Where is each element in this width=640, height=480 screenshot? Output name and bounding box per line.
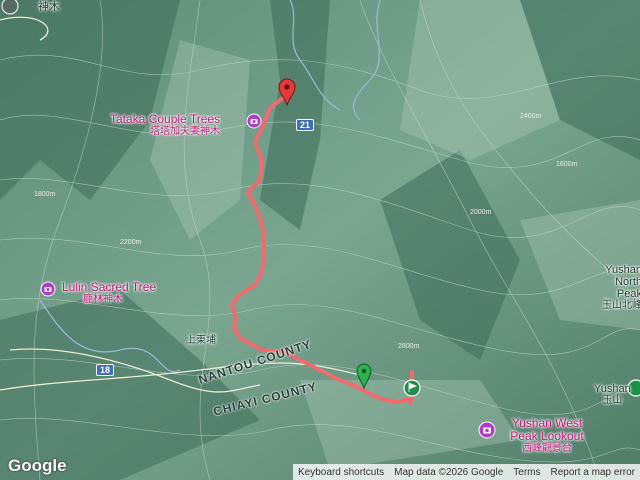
place-name-en: Yushan bbox=[594, 383, 631, 395]
poi-label-lulin[interactable]: Lulin Sacred Tree 鹿林神木 bbox=[62, 280, 157, 306]
camera-icon[interactable] bbox=[246, 113, 262, 129]
route-shield-21: 21 bbox=[296, 119, 315, 131]
poi-name-en: Tataka Couple Trees bbox=[110, 112, 221, 126]
place-label-shenmu: 神木 bbox=[38, 1, 60, 13]
poi-label-tataka[interactable]: Tataka Couple Trees 塔塔加夫妻神木 bbox=[110, 112, 221, 138]
contour-label: 2800m bbox=[398, 343, 420, 350]
camera-icon[interactable] bbox=[478, 421, 496, 439]
contour-label: 1800m bbox=[34, 191, 56, 198]
poi-name-en: Yushan West Peak Lookout bbox=[510, 416, 584, 444]
poi-name-zh: 塔塔加夫妻神木 bbox=[150, 126, 221, 138]
place-label-yushan-north: Yushan North Peak 玉山北峰 bbox=[594, 264, 640, 311]
contour-label: 2000m bbox=[470, 209, 492, 216]
contour-label: 2200m bbox=[120, 239, 142, 246]
terms-link[interactable]: Terms bbox=[508, 467, 545, 478]
place-label-shangdongpu: 上東埔 bbox=[186, 335, 216, 346]
keyboard-shortcuts-link[interactable]: Keyboard shortcuts bbox=[293, 467, 389, 478]
contour-label: 2400m bbox=[520, 113, 542, 120]
route-shield-18: 18 bbox=[96, 364, 115, 376]
poi-name-zh: 鹿林神木 bbox=[83, 294, 123, 306]
place-name-en: Yushan North Peak bbox=[605, 264, 640, 301]
poi-name-en: Lulin Sacred Tree bbox=[62, 280, 157, 294]
poi-label-yushan-west[interactable]: Yushan West Peak Lookout 西峰觀景台 bbox=[502, 416, 592, 455]
camera-icon[interactable] bbox=[40, 281, 56, 297]
report-error-link[interactable]: Report a map error bbox=[546, 467, 640, 478]
map-footer: Keyboard shortcuts Map data ©2026 Google… bbox=[292, 464, 640, 480]
terrain-map[interactable]: 1800m 2000m 2400m 2800m 2200m 1600m bbox=[0, 0, 640, 480]
green-flag-icon[interactable] bbox=[403, 379, 421, 397]
google-logo: Google bbox=[8, 456, 67, 475]
place-name-zh: 玉山北峰 bbox=[602, 300, 640, 312]
poi-name-zh: 西峰觀景台 bbox=[522, 443, 572, 455]
location-icon bbox=[1, 0, 19, 15]
contour-label: 1600m bbox=[556, 161, 578, 168]
place-name-zh: 玉山 bbox=[602, 395, 623, 407]
place-label-yushan: Yushan 玉山 bbox=[594, 383, 631, 406]
map-data-attribution: Map data ©2026 Google bbox=[394, 466, 504, 478]
